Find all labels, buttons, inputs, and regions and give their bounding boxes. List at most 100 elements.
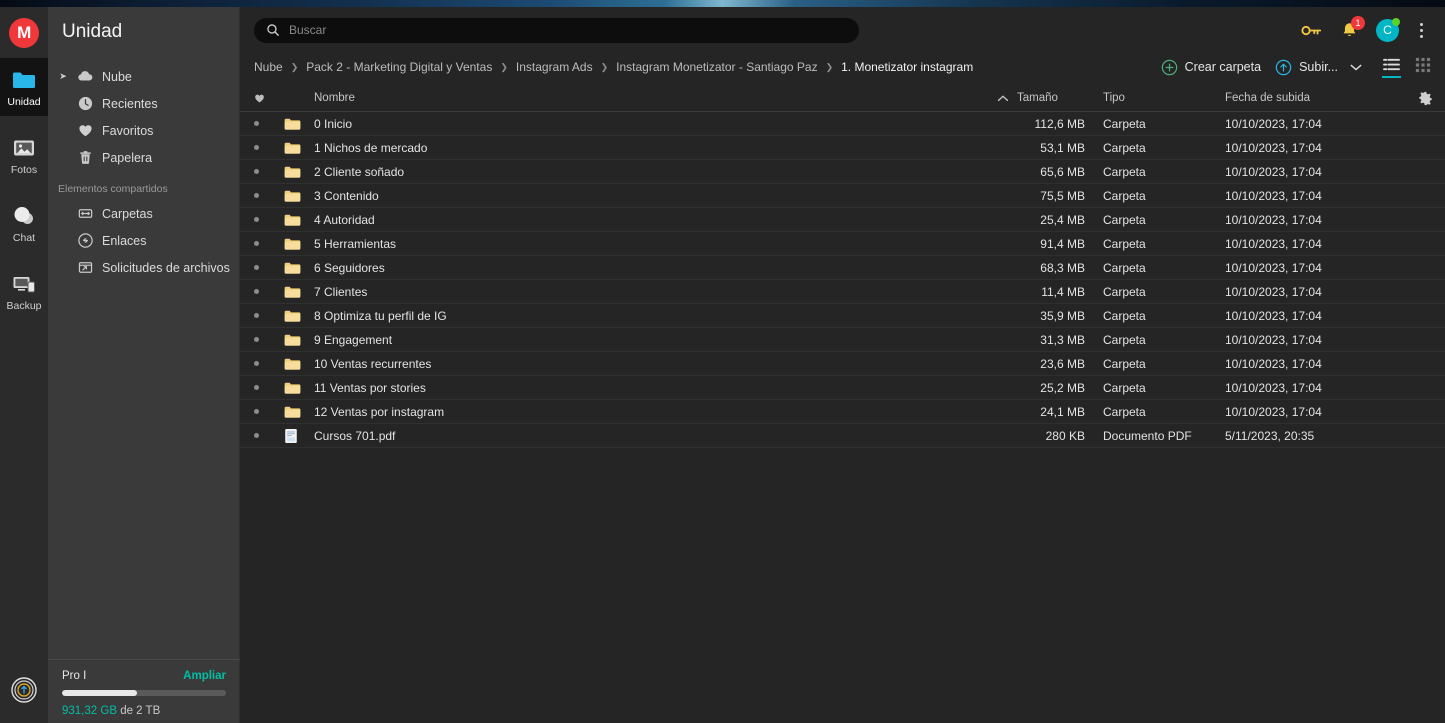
pdf-file-icon xyxy=(284,428,314,444)
table-row[interactable]: 9 Engagement31,3 MBCarpeta10/10/2023, 17… xyxy=(240,328,1445,352)
table-row[interactable]: 1 Nichos de mercado53,1 MBCarpeta10/10/2… xyxy=(240,136,1445,160)
transfers-status-icon[interactable] xyxy=(11,677,37,703)
table-row[interactable]: 3 Contenido75,5 MBCarpeta10/10/2023, 17:… xyxy=(240,184,1445,208)
folder-icon xyxy=(284,141,314,155)
chevron-down-icon[interactable] xyxy=(1350,63,1362,72)
column-settings-button[interactable] xyxy=(1405,91,1445,106)
sort-indicator-ascending[interactable] xyxy=(983,94,1017,103)
row-favorite-toggle[interactable] xyxy=(254,217,284,222)
breadcrumb-item[interactable]: Pack 2 - Marketing Digital y Ventas xyxy=(306,60,492,74)
mega-logo[interactable]: M xyxy=(9,18,39,48)
notifications-bell[interactable]: 1 xyxy=(1340,21,1359,40)
notification-badge: 1 xyxy=(1351,16,1365,30)
rail-item-backup[interactable]: Backup xyxy=(0,262,48,320)
row-type: Documento PDF xyxy=(1085,429,1225,443)
row-favorite-toggle[interactable] xyxy=(254,385,284,390)
view-toggle xyxy=(1382,57,1431,78)
row-favorite-toggle[interactable] xyxy=(254,409,284,414)
create-folder-button[interactable]: Crear carpeta xyxy=(1161,59,1261,76)
row-name: 11 Ventas por stories xyxy=(314,381,983,395)
column-header-name[interactable]: Nombre xyxy=(314,92,983,104)
table-row[interactable]: 0 Inicio112,6 MBCarpeta10/10/2023, 17:04 xyxy=(240,112,1445,136)
upload-button[interactable]: Subir... xyxy=(1275,59,1362,76)
more-options-icon[interactable] xyxy=(1416,21,1427,40)
breadcrumb-item[interactable]: Instagram Monetizator - Santiago Paz xyxy=(616,60,817,74)
table-row[interactable]: 12 Ventas por instagram24,1 MBCarpeta10/… xyxy=(240,400,1445,424)
key-icon[interactable] xyxy=(1301,23,1323,38)
breadcrumb-item[interactable]: Instagram Ads xyxy=(516,60,593,74)
row-favorite-toggle[interactable] xyxy=(254,313,284,318)
storage-panel: Pro I Ampliar 931,32 GB de 2 TB xyxy=(48,659,240,717)
search-icon xyxy=(266,23,280,37)
drive-folder-icon xyxy=(11,67,37,93)
column-header-type[interactable]: Tipo xyxy=(1085,92,1225,104)
row-date: 10/10/2023, 17:04 xyxy=(1225,405,1405,419)
sidebar-item-papelera[interactable]: ➤ Papelera xyxy=(48,144,239,171)
favorite-dot-icon xyxy=(254,289,259,294)
column-header-date[interactable]: Fecha de subida xyxy=(1225,92,1405,104)
sidebar-item-carpetas-compartidas[interactable]: ➤ Carpetas xyxy=(48,200,239,227)
table-row[interactable]: 6 Seguidores68,3 MBCarpeta10/10/2023, 17… xyxy=(240,256,1445,280)
row-favorite-toggle[interactable] xyxy=(254,145,284,150)
row-size: 91,4 MB xyxy=(1017,237,1085,251)
grid-view-button[interactable] xyxy=(1415,57,1431,77)
sidebar-title: Unidad xyxy=(48,7,239,43)
folder-icon xyxy=(284,237,314,251)
row-favorite-toggle[interactable] xyxy=(254,289,284,294)
row-date: 10/10/2023, 17:04 xyxy=(1225,165,1405,179)
row-date: 10/10/2023, 17:04 xyxy=(1225,285,1405,299)
plus-circle-icon xyxy=(1161,59,1178,76)
table-row[interactable]: 7 Clientes11,4 MBCarpeta10/10/2023, 17:0… xyxy=(240,280,1445,304)
avatar[interactable]: C xyxy=(1376,19,1399,42)
row-size: 112,6 MB xyxy=(1017,117,1085,131)
row-name: 9 Engagement xyxy=(314,333,983,347)
column-header-favorite[interactable] xyxy=(254,93,284,104)
search-bar[interactable] xyxy=(254,18,859,43)
breadcrumb-item[interactable]: Nube xyxy=(254,60,283,74)
row-favorite-toggle[interactable] xyxy=(254,193,284,198)
row-size: 35,9 MB xyxy=(1017,309,1085,323)
row-type: Carpeta xyxy=(1085,405,1225,419)
photos-icon xyxy=(11,135,37,161)
table-row[interactable]: 10 Ventas recurrentes23,6 MBCarpeta10/10… xyxy=(240,352,1445,376)
row-size: 280 KB xyxy=(1017,429,1085,443)
storage-plan-label: Pro I xyxy=(62,670,86,682)
breadcrumb-separator-icon: ❯ xyxy=(601,62,609,73)
row-date: 10/10/2023, 17:04 xyxy=(1225,213,1405,227)
table-row[interactable]: 5 Herramientas91,4 MBCarpeta10/10/2023, … xyxy=(240,232,1445,256)
row-name: 0 Inicio xyxy=(314,117,983,131)
rail-item-unidad[interactable]: Unidad xyxy=(0,58,48,116)
rail-item-chat[interactable]: Chat xyxy=(0,194,48,252)
sidebar-item-solicitudes-de-archivos[interactable]: ➤ Solicitudes de archivos xyxy=(48,254,239,281)
row-favorite-toggle[interactable] xyxy=(254,169,284,174)
list-view-button[interactable] xyxy=(1382,57,1401,78)
sidebar-item-recientes[interactable]: ➤ Recientes xyxy=(48,90,239,117)
row-favorite-toggle[interactable] xyxy=(254,121,284,126)
sidebar-item-enlaces[interactable]: ➤ Enlaces xyxy=(48,227,239,254)
table-row[interactable]: 8 Optimiza tu perfil de IG35,9 MBCarpeta… xyxy=(240,304,1445,328)
row-favorite-toggle[interactable] xyxy=(254,265,284,270)
sidebar-item-favoritos[interactable]: ➤ Favoritos xyxy=(48,117,239,144)
upgrade-link[interactable]: Ampliar xyxy=(183,670,226,682)
storage-progress-fill xyxy=(62,690,137,696)
table-row[interactable]: 4 Autoridad25,4 MBCarpeta10/10/2023, 17:… xyxy=(240,208,1445,232)
row-favorite-toggle[interactable] xyxy=(254,433,284,438)
sidebar-item-nube[interactable]: ➤ Nube xyxy=(48,63,239,90)
rail-item-fotos[interactable]: Fotos xyxy=(0,126,48,184)
sidebar-section-shared-label: Elementos compartidos xyxy=(48,171,239,200)
search-input[interactable] xyxy=(289,23,847,37)
column-header-size[interactable]: Tamaño xyxy=(1017,92,1085,104)
row-favorite-toggle[interactable] xyxy=(254,361,284,366)
table-row[interactable]: 11 Ventas por stories25,2 MBCarpeta10/10… xyxy=(240,376,1445,400)
main-area: 1 C Nube ❯ Pack 2 - Marketing Digital y Ve… xyxy=(240,7,1445,723)
chevron-right-icon[interactable]: ➤ xyxy=(58,71,68,82)
row-type: Carpeta xyxy=(1085,141,1225,155)
row-favorite-toggle[interactable] xyxy=(254,241,284,246)
breadcrumb-item[interactable]: 1. Monetizator instagram xyxy=(841,60,973,74)
row-type: Carpeta xyxy=(1085,357,1225,371)
app-icon-rail: M Unidad Fotos Chat Backup xyxy=(0,7,48,723)
table-row[interactable]: Cursos 701.pdf280 KBDocumento PDF5/11/20… xyxy=(240,424,1445,448)
row-favorite-toggle[interactable] xyxy=(254,337,284,342)
table-row[interactable]: 2 Cliente soñado65,6 MBCarpeta10/10/2023… xyxy=(240,160,1445,184)
row-size: 53,1 MB xyxy=(1017,141,1085,155)
